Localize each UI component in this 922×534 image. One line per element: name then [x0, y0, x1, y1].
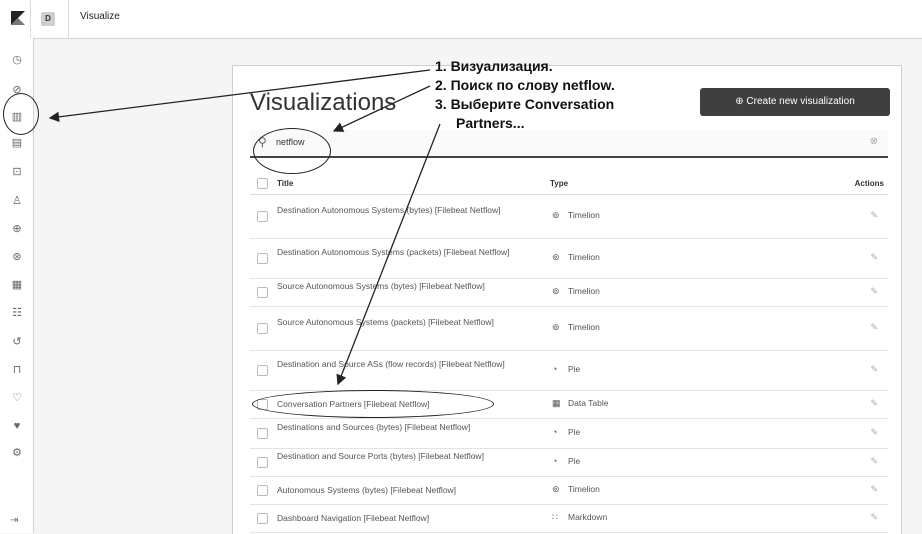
select-all-checkbox[interactable]: [257, 178, 268, 189]
management-icon[interactable]: ⚙: [10, 446, 24, 460]
edit-icon[interactable]: ✎: [870, 484, 878, 495]
apm-icon[interactable]: ☷: [10, 306, 24, 320]
dev-tools-icon[interactable]: ♡: [10, 391, 24, 405]
annotation-ellipse-conversation-partners: [252, 390, 494, 418]
timelion-icon: ⊚: [552, 286, 560, 296]
visualization-type: Pie: [568, 427, 581, 437]
table-header: Title Type Actions: [250, 172, 888, 195]
page-title: Visualizations: [250, 89, 397, 116]
edit-icon[interactable]: ✎: [870, 210, 878, 221]
row-checkbox[interactable]: [257, 428, 268, 439]
breadcrumb-current: Visualize: [80, 11, 120, 22]
visualization-type: Pie: [568, 364, 581, 374]
dashboard-icon[interactable]: ▤: [10, 136, 24, 150]
visualization-title-link[interactable]: Destination Autonomous Systems (packets)…: [277, 246, 537, 258]
divider: [68, 0, 69, 38]
visualization-type: Timelion: [568, 252, 600, 262]
row-checkbox[interactable]: [257, 485, 268, 496]
visualization-type: Data Table: [568, 398, 609, 408]
table-row[interactable]: Destination and Source ASs (flow records…: [250, 350, 888, 391]
create-visualization-label: Create new visualization: [746, 96, 855, 107]
pie-icon: ◔: [552, 456, 558, 466]
ml-icon[interactable]: ⊕: [10, 222, 24, 236]
edit-icon[interactable]: ✎: [870, 398, 878, 409]
monitoring-icon[interactable]: ♥: [10, 419, 24, 433]
visualization-type: Timelion: [568, 322, 600, 332]
kibana-logo-icon[interactable]: [10, 10, 26, 26]
logs-icon[interactable]: ▦: [10, 278, 24, 292]
maps-icon[interactable]: ♙: [10, 194, 24, 208]
row-checkbox[interactable]: [257, 323, 268, 334]
annotation-line: Partners...: [456, 115, 525, 131]
divider: [30, 0, 31, 38]
annotation-circle-visualize: [3, 93, 39, 135]
column-type[interactable]: Type: [550, 179, 568, 188]
visualization-type: Pie: [568, 456, 581, 466]
visualization-title-link[interactable]: Destinations and Sources (bytes) [Filebe…: [277, 421, 537, 433]
edit-icon[interactable]: ✎: [870, 322, 878, 333]
plus-circle-icon: ⊕: [735, 96, 744, 107]
column-title[interactable]: Title: [277, 179, 293, 188]
annotation-line: 3. Выберите Conversation: [435, 96, 615, 112]
pie-icon: ◔: [552, 427, 558, 437]
space-avatar[interactable]: D: [41, 12, 55, 26]
table-row[interactable]: Destinations and Sources (bytes) [Filebe…: [250, 418, 888, 449]
timelion-icon: ⊚: [552, 322, 560, 332]
row-checkbox[interactable]: [257, 287, 268, 298]
edit-icon[interactable]: ✎: [870, 512, 878, 523]
row-checkbox[interactable]: [257, 365, 268, 376]
table-row[interactable]: Dashboard Navigation [Filebeat Netflow] ∷…: [250, 504, 888, 533]
edit-icon[interactable]: ✎: [870, 456, 878, 467]
create-visualization-button[interactable]: ⊕ Create new visualization: [700, 88, 890, 116]
timelion-icon: ⊚: [552, 210, 560, 220]
pie-icon: ◔: [552, 364, 558, 374]
visualization-title-link[interactable]: Autonomous Systems (bytes) [Filebeat Net…: [277, 484, 537, 496]
search-field[interactable]: ⚲ netflow ⊗: [250, 130, 888, 158]
table-row[interactable]: Source Autonomous Systems (bytes) [Fileb…: [250, 278, 888, 307]
edit-icon[interactable]: ✎: [870, 364, 878, 375]
row-checkbox[interactable]: [257, 513, 268, 524]
visualization-title-link[interactable]: Dashboard Navigation [Filebeat Netflow]: [277, 512, 537, 524]
table-row[interactable]: Destination and Source Ports (bytes) [Fi…: [250, 448, 888, 477]
visualization-type: Markdown: [568, 512, 608, 522]
annotation-circle-search: [253, 128, 331, 174]
row-checkbox[interactable]: [257, 211, 268, 222]
visualization-type: Timelion: [568, 484, 600, 494]
row-checkbox[interactable]: [257, 253, 268, 264]
visualization-title-link[interactable]: Source Autonomous Systems (packets) [Fil…: [277, 316, 537, 328]
edit-icon[interactable]: ✎: [870, 252, 878, 263]
top-bar: D Visualize: [0, 0, 922, 39]
annotation-line: 2. Поиск по слову netflow.: [435, 77, 615, 93]
timelion-icon: ⊚: [552, 252, 560, 262]
edit-icon[interactable]: ✎: [870, 427, 878, 438]
table-icon: ▦: [552, 398, 561, 408]
visualization-title-link[interactable]: Destination and Source ASs (flow records…: [277, 358, 537, 370]
table-row[interactable]: Destination Autonomous Systems (bytes) […: [250, 194, 888, 239]
table-row[interactable]: Autonomous Systems (bytes) [Filebeat Net…: [250, 476, 888, 505]
column-actions: Actions: [854, 179, 884, 188]
edit-icon[interactable]: ✎: [870, 286, 878, 297]
table-row[interactable]: Source Autonomous Systems (packets) [Fil…: [250, 306, 888, 351]
visualization-type: Timelion: [568, 286, 600, 296]
visualization-title-link[interactable]: Source Autonomous Systems (bytes) [Fileb…: [277, 280, 537, 292]
siem-icon[interactable]: ⊓: [10, 363, 24, 377]
visualization-type: Timelion: [568, 210, 600, 220]
collapse-nav-icon[interactable]: ⇥: [10, 515, 18, 526]
visualization-title-link[interactable]: Destination Autonomous Systems (bytes) […: [277, 204, 537, 216]
row-checkbox[interactable]: [257, 457, 268, 468]
infrastructure-icon[interactable]: ⊛: [10, 250, 24, 264]
instruction-annotation: 1. Визуализация. 2. Поиск по слову netfl…: [435, 57, 615, 133]
canvas-icon[interactable]: ⊡: [10, 165, 24, 179]
annotation-line: 1. Визуализация.: [435, 58, 553, 74]
uptime-icon[interactable]: ↺: [10, 335, 24, 349]
visualization-title-link[interactable]: Destination and Source Ports (bytes) [Fi…: [277, 450, 537, 462]
timelion-icon: ⊚: [552, 484, 560, 494]
clear-search-icon[interactable]: ⊗: [870, 136, 878, 147]
recent-icon[interactable]: ◷: [10, 53, 24, 67]
markdown-icon: ∷: [552, 512, 558, 522]
table-row[interactable]: Destination Autonomous Systems (packets)…: [250, 238, 888, 279]
